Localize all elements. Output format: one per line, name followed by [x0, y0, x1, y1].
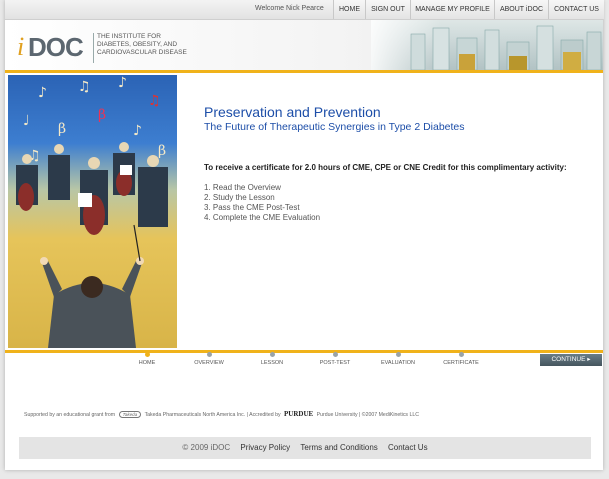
orchestra-illustration: ♪ ♫ ♪ ♫ ♩ ββ ♪ ♫ β — [8, 75, 177, 348]
footer-privacy-link[interactable]: Privacy Policy — [240, 443, 290, 452]
takeda-logo: Takeda — [118, 411, 142, 418]
svg-text:β: β — [58, 121, 66, 137]
progress-step-certificate[interactable]: CERTIFICATE — [431, 352, 491, 366]
progress-label: POST-TEST — [319, 360, 351, 366]
progress-label: HOME — [138, 360, 156, 366]
purdue-text: Purdue University | ©2007 MediKinetics L… — [316, 412, 419, 418]
svg-text:β: β — [158, 143, 166, 159]
page-subtitle: The Future of Therapeutic Synergies in T… — [204, 121, 465, 133]
logo-line-1: THE INSTITUTE FOR — [97, 33, 161, 40]
top-nav: Welcome Nick Pearce HOME SIGN OUT MANAGE… — [5, 0, 604, 20]
footer-copyright: © 2009 iDOC — [182, 443, 231, 452]
progress-dot — [395, 352, 401, 357]
step-item: 4. Complete the CME Evaluation — [204, 213, 321, 222]
svg-text:♩: ♩ — [23, 113, 30, 129]
progress-dot — [269, 352, 275, 357]
logo-line-3: CARDIOVASCULAR DISEASE — [97, 49, 187, 56]
footer-contact-link[interactable]: Contact Us — [388, 443, 428, 452]
progress-label: OVERVIEW — [194, 360, 224, 366]
svg-text:β: β — [98, 107, 106, 123]
logo-line-2: DIABETES, OBESITY, AND — [97, 41, 178, 48]
nav-sign-out-button[interactable]: SIGN OUT — [365, 0, 410, 19]
logo-i: i — [17, 32, 25, 61]
step-item: 3. Pass the CME Post-Test — [204, 203, 300, 212]
progress-step-post-test[interactable]: POST-TEST — [305, 352, 365, 366]
progress-step-lesson[interactable]: LESSON — [242, 352, 302, 366]
logo-doc: DOC — [28, 32, 84, 62]
svg-text:♫: ♫ — [148, 93, 161, 109]
page-frame: Welcome Nick Pearce HOME SIGN OUT MANAGE… — [5, 0, 604, 470]
steps-list: 1. Read the Overview 2. Study the Lesson… — [204, 183, 320, 223]
header: i DOC THE INSTITUTE FOR DIABETES, OBESIT… — [5, 20, 603, 70]
progress-dot — [206, 352, 212, 357]
svg-text:♪: ♪ — [133, 123, 142, 139]
sponsor-text: Supported by an educational grant from — [24, 412, 116, 418]
continue-button[interactable]: CONTINUE ▸ — [540, 354, 602, 366]
takeda-text: Takeda Pharmaceuticals North America Inc… — [144, 412, 281, 418]
progress-label: LESSON — [260, 360, 284, 366]
progress-dot — [458, 352, 464, 357]
certificate-info: To receive a certificate for 2.0 hours o… — [204, 163, 567, 172]
nav-contact-button[interactable]: CONTACT US — [548, 0, 604, 19]
progress-label: EVALUATION — [380, 360, 416, 366]
laboratory-banner-image — [371, 20, 603, 70]
svg-text:♫: ♫ — [78, 79, 91, 95]
svg-text:♪: ♪ — [38, 85, 47, 101]
svg-text:♪: ♪ — [118, 75, 127, 91]
footer-terms-link[interactable]: Terms and Conditions — [300, 443, 377, 452]
purdue-logo: PURDUE — [284, 410, 314, 418]
nav-manage-profile-button[interactable]: MANAGE MY PROFILE — [410, 0, 494, 19]
logo-separator — [93, 33, 94, 63]
progress-dot — [144, 352, 150, 357]
page-title: Preservation and Prevention — [204, 104, 381, 120]
sponsor-line: Supported by an educational grant from T… — [24, 410, 419, 418]
step-item: 2. Study the Lesson — [204, 193, 275, 202]
progress-dot — [332, 352, 338, 357]
progress-step-home[interactable]: HOME — [117, 352, 177, 366]
welcome-text: Welcome Nick Pearce — [255, 5, 324, 12]
progress-step-evaluation[interactable]: EVALUATION — [368, 352, 428, 366]
logo-tagline: THE INSTITUTE FOR DIABETES, OBESITY, AND… — [97, 33, 187, 57]
header-divider — [5, 70, 603, 73]
progress-step-overview[interactable]: OVERVIEW — [179, 352, 239, 366]
progress-divider — [5, 350, 603, 353]
progress-label: CERTIFICATE — [443, 360, 479, 366]
step-item: 1. Read the Overview — [204, 183, 281, 192]
footer: © 2009 iDOC Privacy Policy Terms and Con… — [19, 437, 591, 459]
nav-about-button[interactable]: ABOUT iDOC — [494, 0, 548, 19]
nav-home-button[interactable]: HOME — [333, 0, 365, 19]
